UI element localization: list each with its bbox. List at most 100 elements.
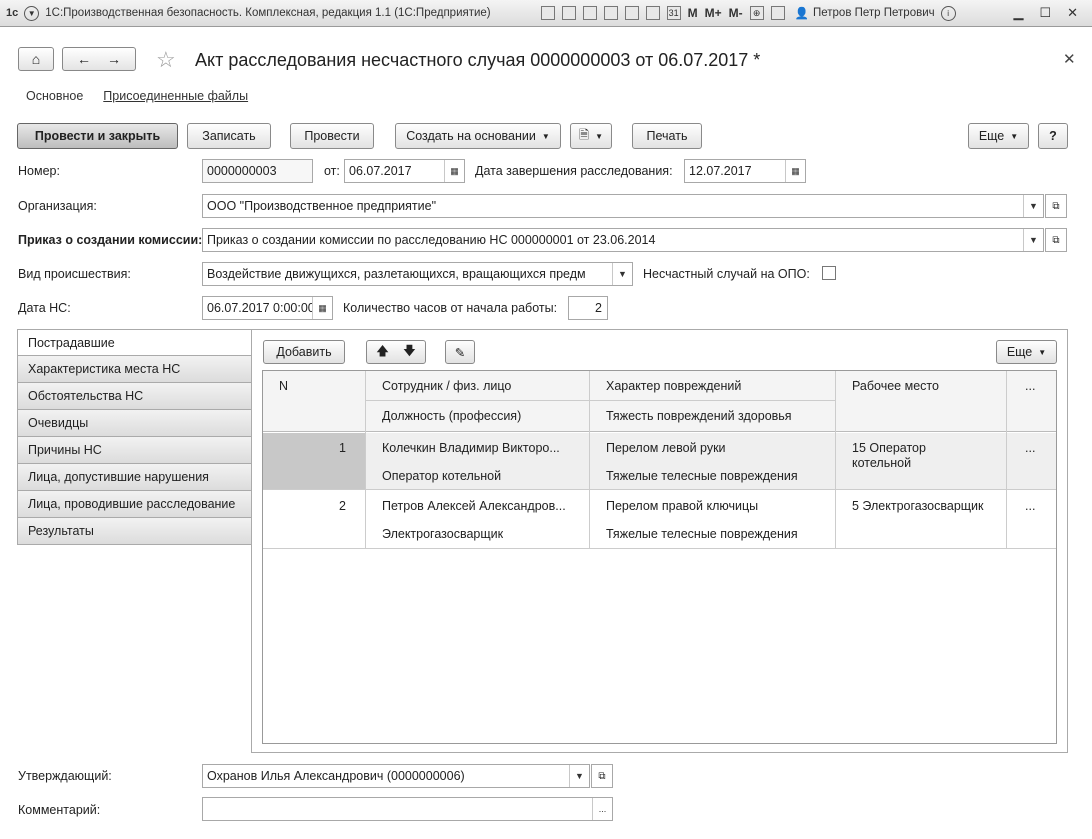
table-row-severity[interactable]: Тяжелые телесные повреждения — [606, 469, 798, 483]
table-row-position[interactable]: Электрогазосварщик — [382, 527, 503, 541]
end-date-field[interactable]: 12.07.2017 ▦ — [684, 159, 806, 183]
calendar-icon[interactable]: ▦ — [444, 160, 464, 182]
post-button[interactable]: Провести — [290, 123, 374, 149]
ns-date-field[interactable]: 06.07.2017 0:00:00 ▦ — [202, 296, 333, 320]
open-approver-icon[interactable]: ⧉ — [591, 764, 613, 788]
number-field[interactable]: 0000000003 — [202, 159, 313, 183]
header-employee[interactable]: Сотрудник / физ. лицо — [382, 379, 511, 393]
comment-field[interactable]: ... — [202, 797, 613, 821]
dropdown-chevron-icon[interactable]: ▼ — [569, 765, 589, 787]
table-row-extra[interactable]: ... — [1025, 441, 1035, 455]
date-field[interactable]: 06.07.2017 ▦ — [344, 159, 465, 183]
tab-results[interactable]: Результаты — [17, 518, 252, 545]
favorite-star-icon[interactable]: ☆ — [156, 47, 176, 73]
tab-circumstances[interactable]: Обстоятельства НС — [17, 383, 252, 410]
document-icon: 🗎 — [579, 127, 590, 142]
table-row-workplace[interactable]: 15 Оператор — [852, 441, 926, 455]
back-arrow-icon[interactable]: ← — [77, 51, 91, 67]
close-form-icon[interactable]: ✕ — [1063, 50, 1076, 68]
zoom-icon[interactable]: ⊕ — [749, 6, 764, 20]
ellipsis-button[interactable]: ... — [592, 798, 612, 820]
header-workplace[interactable]: Рабочее место — [852, 379, 939, 393]
edit-pencil-icon[interactable]: ✎ — [445, 340, 475, 364]
calendar-icon[interactable]: 31 — [666, 6, 681, 20]
post-and-close-button[interactable]: Провести и закрыть — [17, 123, 178, 149]
table-row-extra[interactable]: ... — [1025, 499, 1035, 513]
opo-label: Несчастный случай на ОПО: — [643, 267, 810, 281]
dropdown-chevron-icon[interactable]: ▼ — [1023, 195, 1043, 217]
maximize-icon[interactable]: ☐ — [1039, 5, 1051, 21]
table-row-n[interactable]: 1 — [339, 441, 346, 455]
calculator-icon[interactable] — [645, 6, 660, 20]
tab-victims[interactable]: Пострадавшие — [17, 329, 252, 356]
header-n[interactable]: N — [279, 379, 288, 393]
panel-icon[interactable] — [770, 6, 785, 20]
header-extra[interactable]: ... — [1025, 379, 1035, 393]
calendar-icon[interactable]: ▦ — [312, 297, 332, 319]
add-button[interactable]: Добавить — [263, 340, 345, 364]
memory-button[interactable]: M — [688, 6, 698, 20]
main-menu-button[interactable]: ▼ — [24, 5, 40, 21]
hours-label: Количество часов от начала работы: — [343, 301, 558, 315]
header-injury[interactable]: Характер повреждений — [606, 379, 741, 393]
app-logo: 1с — [6, 7, 19, 19]
reports-button[interactable]: 🗎 ▼ — [570, 123, 612, 149]
tab-witnesses[interactable]: Очевидцы — [17, 410, 252, 437]
section-attached-files[interactable]: Присоединенные файлы — [103, 89, 248, 103]
opo-checkbox[interactable] — [822, 266, 836, 280]
incident-type-field[interactable]: Воздействие движущихся, разлетающихся, в… — [202, 262, 633, 286]
chevron-down-icon: ▼ — [541, 131, 550, 141]
open-order-icon[interactable]: ⧉ — [1045, 228, 1067, 252]
victims-table: N Сотрудник / физ. лицо Должность (профе… — [262, 370, 1057, 744]
help-button[interactable]: ? — [1038, 123, 1068, 149]
mail-icon[interactable] — [624, 6, 639, 20]
hours-field[interactable]: 2 — [568, 296, 608, 320]
print-icon[interactable] — [561, 6, 576, 20]
table-row-employee[interactable]: Колечкин Владимир Викторо... — [382, 441, 582, 455]
dropdown-chevron-icon[interactable]: ▼ — [612, 263, 632, 285]
preview-icon[interactable] — [582, 6, 597, 20]
move-down-icon[interactable]: 🡇 — [403, 342, 416, 363]
link-icon[interactable] — [603, 6, 618, 20]
user-icon: 👤 — [794, 8, 809, 20]
section-main[interactable]: Основное — [26, 89, 83, 103]
memory-plus-button[interactable]: M+ — [705, 6, 722, 20]
header-position[interactable]: Должность (профессия) — [382, 409, 521, 423]
table-row-injury[interactable]: Перелом правой ключицы — [606, 499, 758, 513]
table-row-employee[interactable]: Петров Алексей Александров... — [382, 499, 582, 513]
tab-investigators[interactable]: Лица, проводившие расследование — [17, 491, 252, 518]
table-row-severity[interactable]: Тяжелые телесные повреждения — [606, 527, 798, 541]
header-severity[interactable]: Тяжесть повреждений здоровья — [606, 409, 792, 423]
tab-place[interactable]: Характеристика места НС — [17, 356, 252, 383]
close-window-icon[interactable]: ✕ — [1067, 5, 1078, 21]
tab-causes[interactable]: Причины НС — [17, 437, 252, 464]
more-button[interactable]: Еще ▼ — [968, 123, 1029, 149]
order-field[interactable]: Приказ о создании комиссии по расследова… — [202, 228, 1044, 252]
chevron-down-icon: ▼ — [1038, 347, 1047, 357]
forward-arrow-icon[interactable]: → — [107, 51, 121, 67]
save-icon[interactable] — [540, 6, 555, 20]
approver-field[interactable]: Охранов Илья Александрович (0000000006) … — [202, 764, 590, 788]
calendar-icon[interactable]: ▦ — [785, 160, 805, 182]
table-row-position[interactable]: Оператор котельной — [382, 469, 501, 483]
create-based-on-button[interactable]: Создать на основании ▼ — [395, 123, 561, 149]
minimize-icon[interactable]: ▁ — [1013, 5, 1023, 21]
table-row-workplace-2[interactable]: котельной — [852, 456, 911, 470]
current-user[interactable]: 👤 Петров Петр Петрович — [795, 6, 935, 20]
move-up-icon[interactable]: 🡅 — [376, 342, 389, 363]
table-row-injury[interactable]: Перелом левой руки — [606, 441, 726, 455]
organization-field[interactable]: ООО "Производственное предприятие" ▼ — [202, 194, 1044, 218]
table-more-button[interactable]: Еще ▼ — [996, 340, 1057, 364]
table-row-workplace[interactable]: 5 Электрогазосварщик — [852, 499, 984, 513]
memory-minus-button[interactable]: M- — [729, 6, 743, 20]
open-organization-icon[interactable]: ⧉ — [1045, 194, 1067, 218]
info-icon[interactable]: i — [940, 5, 956, 21]
dropdown-chevron-icon[interactable]: ▼ — [1023, 229, 1043, 251]
print-button[interactable]: Печать — [632, 123, 702, 149]
table-row-n[interactable]: 2 — [339, 499, 346, 513]
tab-violators[interactable]: Лица, допустившие нарушения — [17, 464, 252, 491]
tabs-list: Пострадавшие Характеристика места НС Обс… — [17, 329, 252, 545]
home-button[interactable]: ⌂ — [18, 47, 54, 71]
back-forward-buttons[interactable]: ← → — [62, 47, 136, 71]
save-button[interactable]: Записать — [187, 123, 271, 149]
